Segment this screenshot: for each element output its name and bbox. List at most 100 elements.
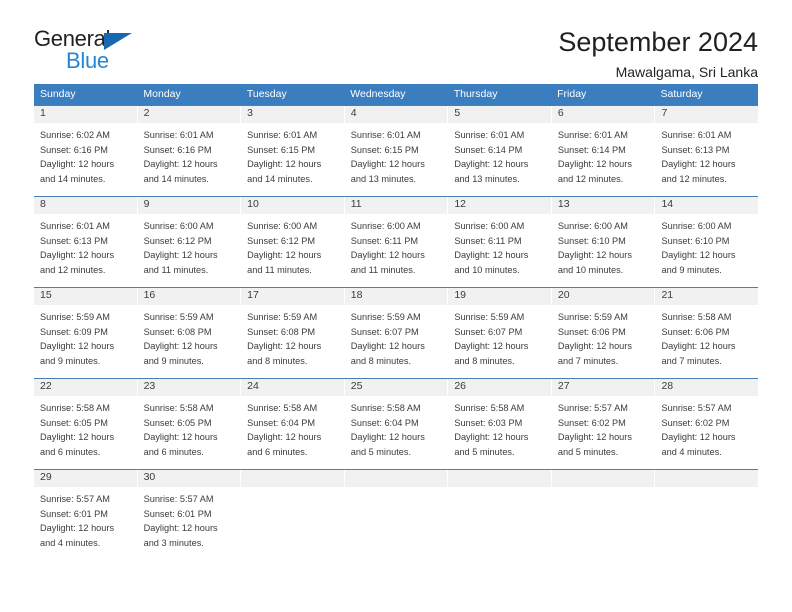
day-number: 12 [448,197,551,214]
day-cell[interactable]: 30 Sunrise: 5:57 AM Sunset: 6:01 PM Dayl… [137,470,242,558]
day-cell[interactable]: 9 Sunrise: 6:00 AM Sunset: 6:12 PM Dayli… [137,197,242,287]
daylight-text-line1: Daylight: 12 hours [247,432,322,443]
page-title: September 2024 [558,27,758,57]
weekday-header-saturday: Saturday [660,88,703,100]
sunrise-text: Sunrise: 5:59 AM [143,312,214,322]
daylight-text-line1: Daylight: 12 hours [350,159,425,170]
sunrise-text: Sunrise: 5:58 AM [40,403,110,413]
day-number: 11 [344,197,448,214]
daylight-text-line2: and 13 minutes. [350,173,417,184]
day-details: Sunrise: 5:58 AM Sunset: 6:03 PM Dayligh… [448,396,551,459]
day-details: Sunrise: 6:00 AM Sunset: 6:12 PM Dayligh… [138,214,241,277]
day-number: 20 [551,288,655,305]
daylight-text-line2: and 9 minutes. [143,355,204,366]
sunrise-text: Sunrise: 6:00 AM [454,221,525,231]
day-cell[interactable]: 21 Sunrise: 5:58 AM Sunset: 6:06 PM Dayl… [655,288,759,378]
day-cell[interactable]: 29 Sunrise: 5:57 AM Sunset: 6:01 PM Dayl… [34,470,138,558]
sunrise-text: Sunrise: 5:58 AM [143,403,214,413]
sunset-text: Sunset: 6:12 PM [143,235,212,246]
day-number: 19 [448,288,551,305]
daylight-text-line1: Daylight: 12 hours [143,432,218,443]
daylight-text-line2: and 11 minutes. [143,264,209,275]
sunset-text: Sunset: 6:13 PM [40,235,108,246]
calendar-week-row: 8 Sunrise: 6:01 AM Sunset: 6:13 PM Dayli… [34,196,759,287]
daylight-text-line1: Daylight: 12 hours [247,159,322,170]
daylight-text-line1: Daylight: 12 hours [454,341,529,352]
daylight-text-line2: and 12 minutes. [557,173,624,184]
day-cell[interactable]: 19 Sunrise: 5:59 AM Sunset: 6:07 PM Dayl… [448,288,552,378]
day-cell[interactable]: 4 Sunrise: 6:01 AM Sunset: 6:15 PM Dayli… [344,106,449,196]
daylight-text-line2: and 14 minutes. [143,173,209,184]
day-number: 18 [344,288,448,305]
day-cell[interactable]: 11 Sunrise: 6:00 AM Sunset: 6:11 PM Dayl… [344,197,449,287]
daylight-text-line2: and 8 minutes. [350,355,412,366]
day-cell[interactable]: 22 Sunrise: 5:58 AM Sunset: 6:05 PM Dayl… [34,379,138,469]
day-cell[interactable]: 25 Sunrise: 5:58 AM Sunset: 6:04 PM Dayl… [344,379,449,469]
day-cell[interactable]: 15 Sunrise: 5:59 AM Sunset: 6:09 PM Dayl… [34,288,138,378]
sunset-text: Sunset: 6:10 PM [557,235,626,246]
day-number: 6 [551,106,655,123]
day-cell[interactable]: 24 Sunrise: 5:58 AM Sunset: 6:04 PM Dayl… [241,379,345,469]
daylight-text-line1: Daylight: 12 hours [40,523,115,534]
day-details: Sunrise: 5:59 AM Sunset: 6:08 PM Dayligh… [241,305,344,368]
day-details: Sunrise: 5:59 AM Sunset: 6:09 PM Dayligh… [34,305,137,368]
day-number: 4 [344,106,448,123]
daylight-text-line1: Daylight: 12 hours [247,341,322,352]
day-number: 25 [344,379,448,396]
day-cell[interactable]: 7 Sunrise: 6:01 AM Sunset: 6:13 PM Dayli… [655,106,759,196]
day-details: Sunrise: 6:01 AM Sunset: 6:13 PM Dayligh… [34,214,137,277]
page-header: General Blue September 2024 Mawalgama, S… [34,0,758,81]
day-cell[interactable]: 28 Sunrise: 5:57 AM Sunset: 6:02 PM Dayl… [655,379,759,469]
day-cell[interactable]: 12 Sunrise: 6:00 AM Sunset: 6:11 PM Dayl… [448,197,552,287]
day-cell[interactable]: 13 Sunrise: 6:00 AM Sunset: 6:10 PM Dayl… [551,197,656,287]
day-cell[interactable]: 18 Sunrise: 5:59 AM Sunset: 6:07 PM Dayl… [344,288,449,378]
sunrise-text: Sunrise: 5:59 AM [40,312,110,322]
day-cell[interactable]: 17 Sunrise: 5:59 AM Sunset: 6:08 PM Dayl… [241,288,345,378]
day-details: Sunrise: 6:01 AM Sunset: 6:15 PM Dayligh… [241,123,344,186]
day-details: Sunrise: 6:01 AM Sunset: 6:14 PM Dayligh… [448,123,551,186]
day-cell[interactable]: 23 Sunrise: 5:58 AM Sunset: 6:05 PM Dayl… [137,379,242,469]
day-cell[interactable]: 10 Sunrise: 6:00 AM Sunset: 6:12 PM Dayl… [241,197,345,287]
day-cell[interactable]: 20 Sunrise: 5:59 AM Sunset: 6:06 PM Dayl… [551,288,656,378]
day-cell[interactable]: 2 Sunrise: 6:01 AM Sunset: 6:16 PM Dayli… [137,106,242,196]
day-cell[interactable]: 27 Sunrise: 5:57 AM Sunset: 6:02 PM Dayl… [551,379,656,469]
sunrise-text: Sunrise: 5:58 AM [454,403,525,413]
day-cell[interactable]: 5 Sunrise: 6:01 AM Sunset: 6:14 PM Dayli… [448,106,552,196]
daylight-text-line2: and 8 minutes. [454,355,515,366]
daylight-text-line1: Daylight: 12 hours [350,341,425,352]
sunset-text: Sunset: 6:11 PM [350,235,418,246]
day-number: 28 [655,379,759,396]
daylight-text-line1: Daylight: 12 hours [661,432,736,443]
general-blue-logo[interactable]: General Blue [34,28,144,74]
day-number: 15 [34,288,137,305]
day-number: 16 [137,288,241,305]
day-cell[interactable]: 8 Sunrise: 6:01 AM Sunset: 6:13 PM Dayli… [34,197,138,287]
daylight-text-line2: and 3 minutes. [143,537,204,548]
daylight-text-line1: Daylight: 12 hours [143,250,218,261]
sunrise-text: Sunrise: 6:01 AM [247,130,318,140]
day-cell[interactable]: 16 Sunrise: 5:59 AM Sunset: 6:08 PM Dayl… [137,288,242,378]
day-number [448,470,551,487]
daylight-text-line2: and 5 minutes. [557,446,619,457]
calendar-week-row: 22 Sunrise: 5:58 AM Sunset: 6:05 PM Dayl… [34,378,759,469]
day-details: Sunrise: 6:02 AM Sunset: 6:16 PM Dayligh… [34,123,137,186]
sunrise-text: Sunrise: 6:00 AM [350,221,421,231]
daylight-text-line1: Daylight: 12 hours [454,159,529,170]
day-cell-empty [448,470,552,558]
day-cell[interactable]: 1 Sunrise: 6:02 AM Sunset: 6:16 PM Dayli… [34,106,138,196]
daylight-text-line2: and 5 minutes. [350,446,412,457]
daylight-text-line2: and 6 minutes. [40,446,101,457]
day-cell[interactable]: 26 Sunrise: 5:58 AM Sunset: 6:03 PM Dayl… [448,379,552,469]
sunrise-text: Sunrise: 5:58 AM [661,312,732,322]
sunset-text: Sunset: 6:02 PM [557,417,626,428]
day-details: Sunrise: 6:01 AM Sunset: 6:14 PM Dayligh… [552,123,655,186]
daylight-text-line2: and 8 minutes. [247,355,308,366]
daylight-text-line1: Daylight: 12 hours [454,432,529,443]
daylight-text-line2: and 11 minutes. [350,264,416,275]
daylight-text-line2: and 12 minutes. [661,173,727,184]
day-cell[interactable]: 6 Sunrise: 6:01 AM Sunset: 6:14 PM Dayli… [551,106,656,196]
day-cell[interactable]: 14 Sunrise: 6:00 AM Sunset: 6:10 PM Dayl… [655,197,759,287]
day-cell[interactable]: 3 Sunrise: 6:01 AM Sunset: 6:15 PM Dayli… [241,106,345,196]
sunrise-text: Sunrise: 5:59 AM [557,312,628,322]
day-cell-empty [344,470,449,558]
